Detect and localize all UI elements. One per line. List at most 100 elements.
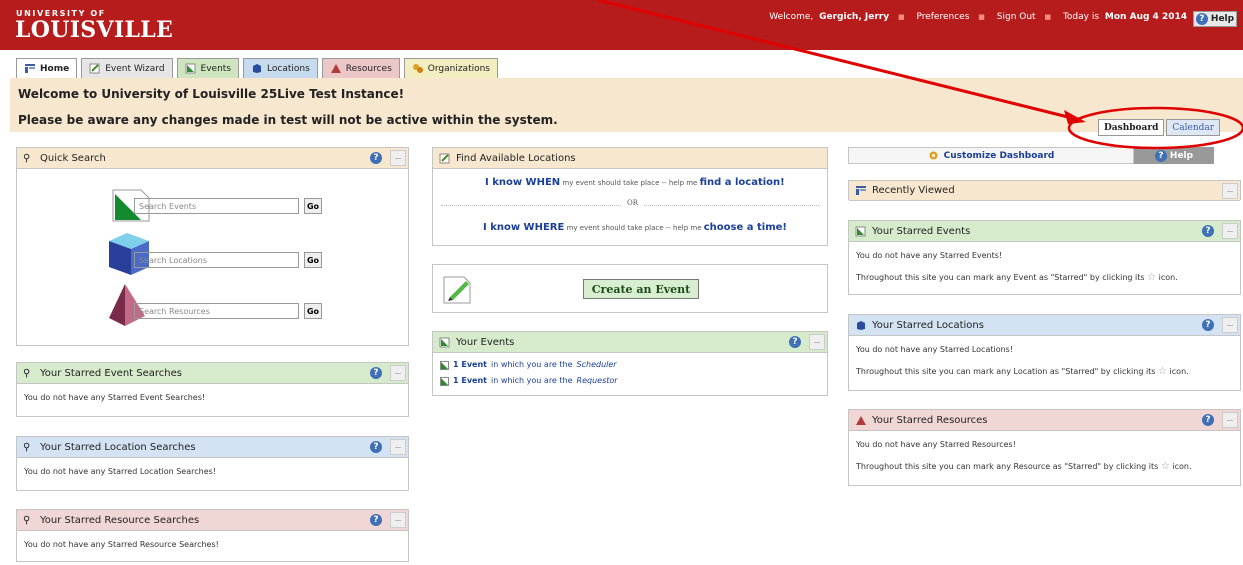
help-icon[interactable]: ? <box>370 152 382 164</box>
top-nav: Welcome, Gergich, Jerry ■ Preferences ■ … <box>766 12 1187 22</box>
starred-events-panel: Your Starred Events ? You do not have an… <box>848 220 1241 295</box>
star-hint: Throughout this site you can mark any Re… <box>856 461 1233 473</box>
panel-title: Your Starred Event Searches <box>40 367 182 379</box>
star-icon: ☆ <box>1158 366 1167 377</box>
search-resources-input[interactable]: Search Resources <box>134 303 299 319</box>
help-icon[interactable]: ? <box>370 367 382 379</box>
help-icon[interactable]: ? <box>1202 414 1214 426</box>
panel-body: You do not have any Starred Event Search… <box>24 393 206 402</box>
today-label: Today is <box>1062 12 1100 22</box>
search-events-input[interactable]: Search Events <box>134 198 299 214</box>
panel-header: ⚲ Quick Search ? <box>17 148 408 169</box>
home-icon <box>856 186 866 195</box>
help-icon[interactable]: ? <box>370 441 382 453</box>
minimize-icon[interactable] <box>1222 183 1238 199</box>
create-event-button[interactable]: Create an Event <box>583 279 699 299</box>
tab-event-wizard[interactable]: Event Wizard <box>81 58 173 78</box>
top-header: UNIVERSITY OF LOUISVILLE Welcome, Gergic… <box>0 0 1243 50</box>
your-events-panel: Your Events ? 1 Event in which you are t… <box>432 331 828 396</box>
dashboard-help-button[interactable]: ? Help <box>1134 147 1214 164</box>
tab-home[interactable]: Home <box>16 58 78 78</box>
panel-body: You do not have any Starred Events! Thro… <box>849 242 1240 302</box>
panel-title: Recently Viewed <box>872 185 955 196</box>
tab-resources[interactable]: Resources <box>321 58 400 78</box>
nav-separator: ■ <box>1044 13 1052 21</box>
minimize-icon[interactable] <box>809 334 825 350</box>
calendar-tab[interactable]: Calendar <box>1166 119 1221 136</box>
choose-time-link[interactable]: I know WHERE my event should take place … <box>483 222 787 233</box>
tab-locations[interactable]: Locations <box>243 58 318 78</box>
nav-separator: ■ <box>897 13 905 21</box>
scheduler-events-link[interactable]: 1 Event in which you are the Scheduler <box>440 359 820 371</box>
help-label: Help <box>1169 150 1194 161</box>
panel-title: Quick Search <box>40 152 106 164</box>
welcome-banner: Welcome to University of Louisville 25Li… <box>10 78 1243 132</box>
main-tabs: Home Event Wizard Events Locations Resou… <box>16 58 498 78</box>
panel-header: ⚲ Your Starred Event Searches ? <box>17 363 408 384</box>
panel-header: Your Starred Resources ? <box>849 410 1240 431</box>
requestor-events-link[interactable]: 1 Event in which you are the Requestor <box>440 375 820 387</box>
nav-separator: ■ <box>978 13 985 21</box>
help-icon[interactable]: ? <box>370 514 382 526</box>
resources-icon <box>330 64 341 73</box>
panel-header: Your Events ? <box>433 332 827 353</box>
welcome-label: Welcome, <box>769 12 814 22</box>
gear-icon <box>929 151 938 160</box>
preferences-link[interactable]: Preferences <box>916 12 969 22</box>
wizard-icon <box>439 153 450 163</box>
tab-label: Event Wizard <box>105 63 165 74</box>
empty-message: You do not have any Starred Resources! <box>856 440 1016 449</box>
hint-text: Throughout this site you can mark any Lo… <box>856 367 1156 376</box>
go-button[interactable]: Go <box>304 198 322 214</box>
test-notice: Please be aware any changes made in test… <box>18 113 558 127</box>
tab-events[interactable]: Events <box>176 58 240 78</box>
sign-out-link[interactable]: Sign Out <box>997 12 1036 22</box>
tab-label: Locations <box>267 63 310 74</box>
search-icon: ⚲ <box>23 441 31 453</box>
user-name: Gergich, Jerry <box>819 12 890 22</box>
help-icon[interactable]: ? <box>1202 225 1214 237</box>
minimize-icon[interactable] <box>1222 223 1238 239</box>
resources-icon <box>856 415 866 425</box>
help-icon[interactable]: ? <box>1202 319 1214 331</box>
minimize-icon[interactable] <box>390 439 406 455</box>
welcome-title: Welcome to University of Louisville 25Li… <box>18 87 405 101</box>
minimize-icon[interactable] <box>1222 412 1238 428</box>
empty-message: You do not have any Starred Events! <box>856 251 1003 260</box>
events-icon <box>855 226 866 236</box>
minimize-icon[interactable] <box>1222 317 1238 333</box>
go-button[interactable]: Go <box>304 303 322 319</box>
starred-event-searches-panel: ⚲ Your Starred Event Searches ? You do n… <box>16 362 409 417</box>
university-logo[interactable]: LOUISVILLE <box>15 17 173 43</box>
panel-title: Your Starred Events <box>872 225 971 237</box>
customize-dashboard-button[interactable]: Customize Dashboard <box>848 147 1134 164</box>
question-icon: ? <box>1195 13 1208 25</box>
minimize-icon[interactable] <box>390 512 406 528</box>
dashboard-tab[interactable]: Dashboard <box>1098 119 1165 136</box>
help-label: Help <box>1210 14 1235 24</box>
star-icon: ☆ <box>1160 461 1170 472</box>
minimize-icon[interactable] <box>390 365 406 381</box>
events-icon <box>440 360 449 370</box>
find-location-link[interactable]: I know WHEN my event should take place -… <box>485 177 785 188</box>
create-event-panel: Create an Event <box>432 264 828 313</box>
help-icon[interactable]: ? <box>789 336 801 348</box>
tab-organizations[interactable]: Organizations <box>403 58 498 78</box>
search-icon: ⚲ <box>23 152 31 164</box>
tab-label: Resources <box>345 63 392 74</box>
panel-header: Recently Viewed <box>849 181 1240 201</box>
panel-header: Your Starred Events ? <box>849 221 1240 242</box>
minimize-icon[interactable] <box>390 150 406 166</box>
recently-viewed-panel: Recently Viewed <box>848 180 1241 201</box>
go-button[interactable]: Go <box>304 252 322 268</box>
create-event-icon <box>443 276 471 304</box>
hint-text: Throughout this site you can mark any Ev… <box>856 273 1145 282</box>
view-toggle: Dashboard Calendar <box>1098 119 1221 136</box>
event-text: in which you are the <box>490 360 573 369</box>
when-text: my event should take place -- help me <box>562 179 698 187</box>
help-button[interactable]: ? Help <box>1193 11 1237 27</box>
hint-suffix: icon. <box>1158 273 1178 282</box>
search-icon: ⚲ <box>23 367 31 379</box>
search-locations-input[interactable]: Search Locations <box>134 252 299 268</box>
panel-body: You do not have any Starred Resource Sea… <box>24 540 219 549</box>
